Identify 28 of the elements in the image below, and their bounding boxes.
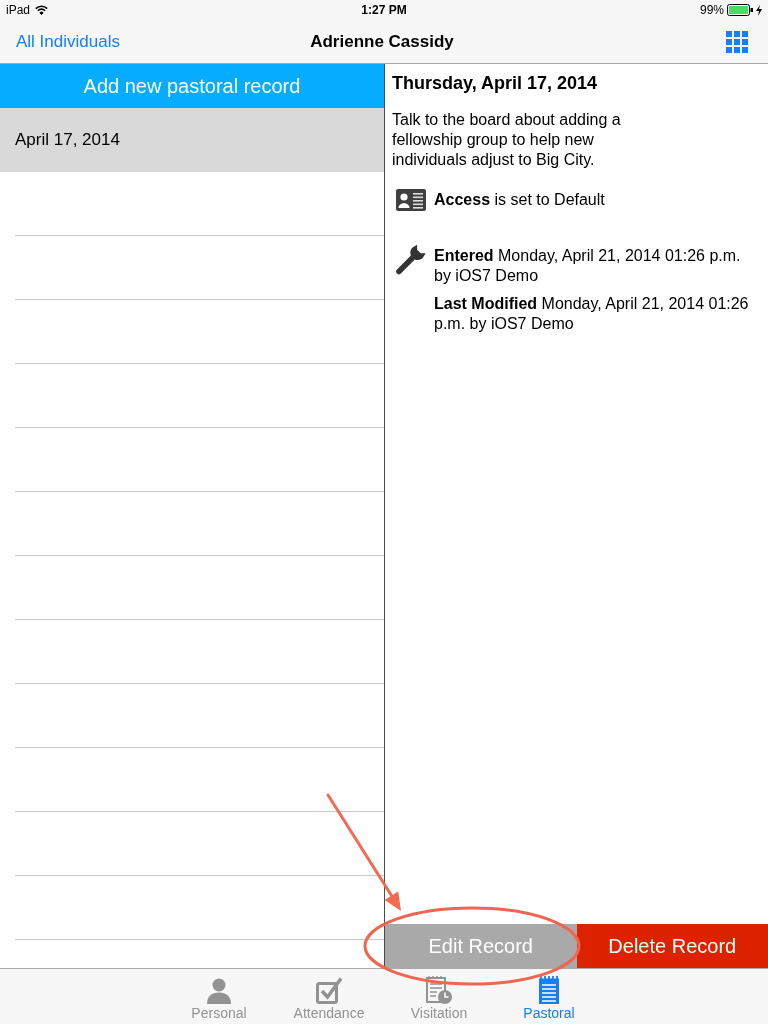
checkbox-icon xyxy=(315,977,343,1004)
device-name: iPad xyxy=(6,3,31,17)
person-icon xyxy=(206,978,232,1004)
record-row[interactable]: April 17, 2014 xyxy=(0,108,384,172)
add-record-button[interactable]: Add new pastoral record xyxy=(0,64,384,108)
entered-text: Entered Monday, April 21, 2014 01:26 p.m. by iOS7 Demo xyxy=(434,246,742,286)
tab-item[interactable]: Visitation xyxy=(384,969,494,1024)
delete-record-button[interactable]: Delete Record xyxy=(576,924,768,968)
nav-title: Adrienne Cassidy xyxy=(310,31,454,52)
tab-item[interactable]: Personal xyxy=(164,969,274,1024)
edit-record-button[interactable]: Edit Record xyxy=(385,924,577,968)
wrench-icon xyxy=(396,243,426,275)
record-note: Talk to the board about adding a fellowship group to help new individuals adjust to Big City. xyxy=(392,110,622,170)
tab-item[interactable]: Attendance xyxy=(274,969,384,1024)
access-text: Access is set to Default xyxy=(434,190,605,210)
record-heading: Thursday, April 17, 2014 xyxy=(392,72,599,94)
status-time: 1:27 PM xyxy=(361,3,407,17)
charging-bolt-icon xyxy=(756,4,762,16)
modified-text: Last Modified Monday, April 21, 2014 01:26 p.m. by iOS7 Demo xyxy=(434,294,750,334)
grid-icon[interactable] xyxy=(726,30,748,53)
notepad-clock-icon xyxy=(426,976,452,1004)
tab-item[interactable]: Pastoral xyxy=(494,969,604,1024)
wifi-icon xyxy=(35,5,49,15)
notepad-icon xyxy=(538,976,560,1004)
battery-icon xyxy=(727,4,753,16)
back-link[interactable]: All Individuals xyxy=(16,31,120,52)
battery-percent: 99% xyxy=(699,3,724,17)
id-card-icon xyxy=(396,189,426,211)
